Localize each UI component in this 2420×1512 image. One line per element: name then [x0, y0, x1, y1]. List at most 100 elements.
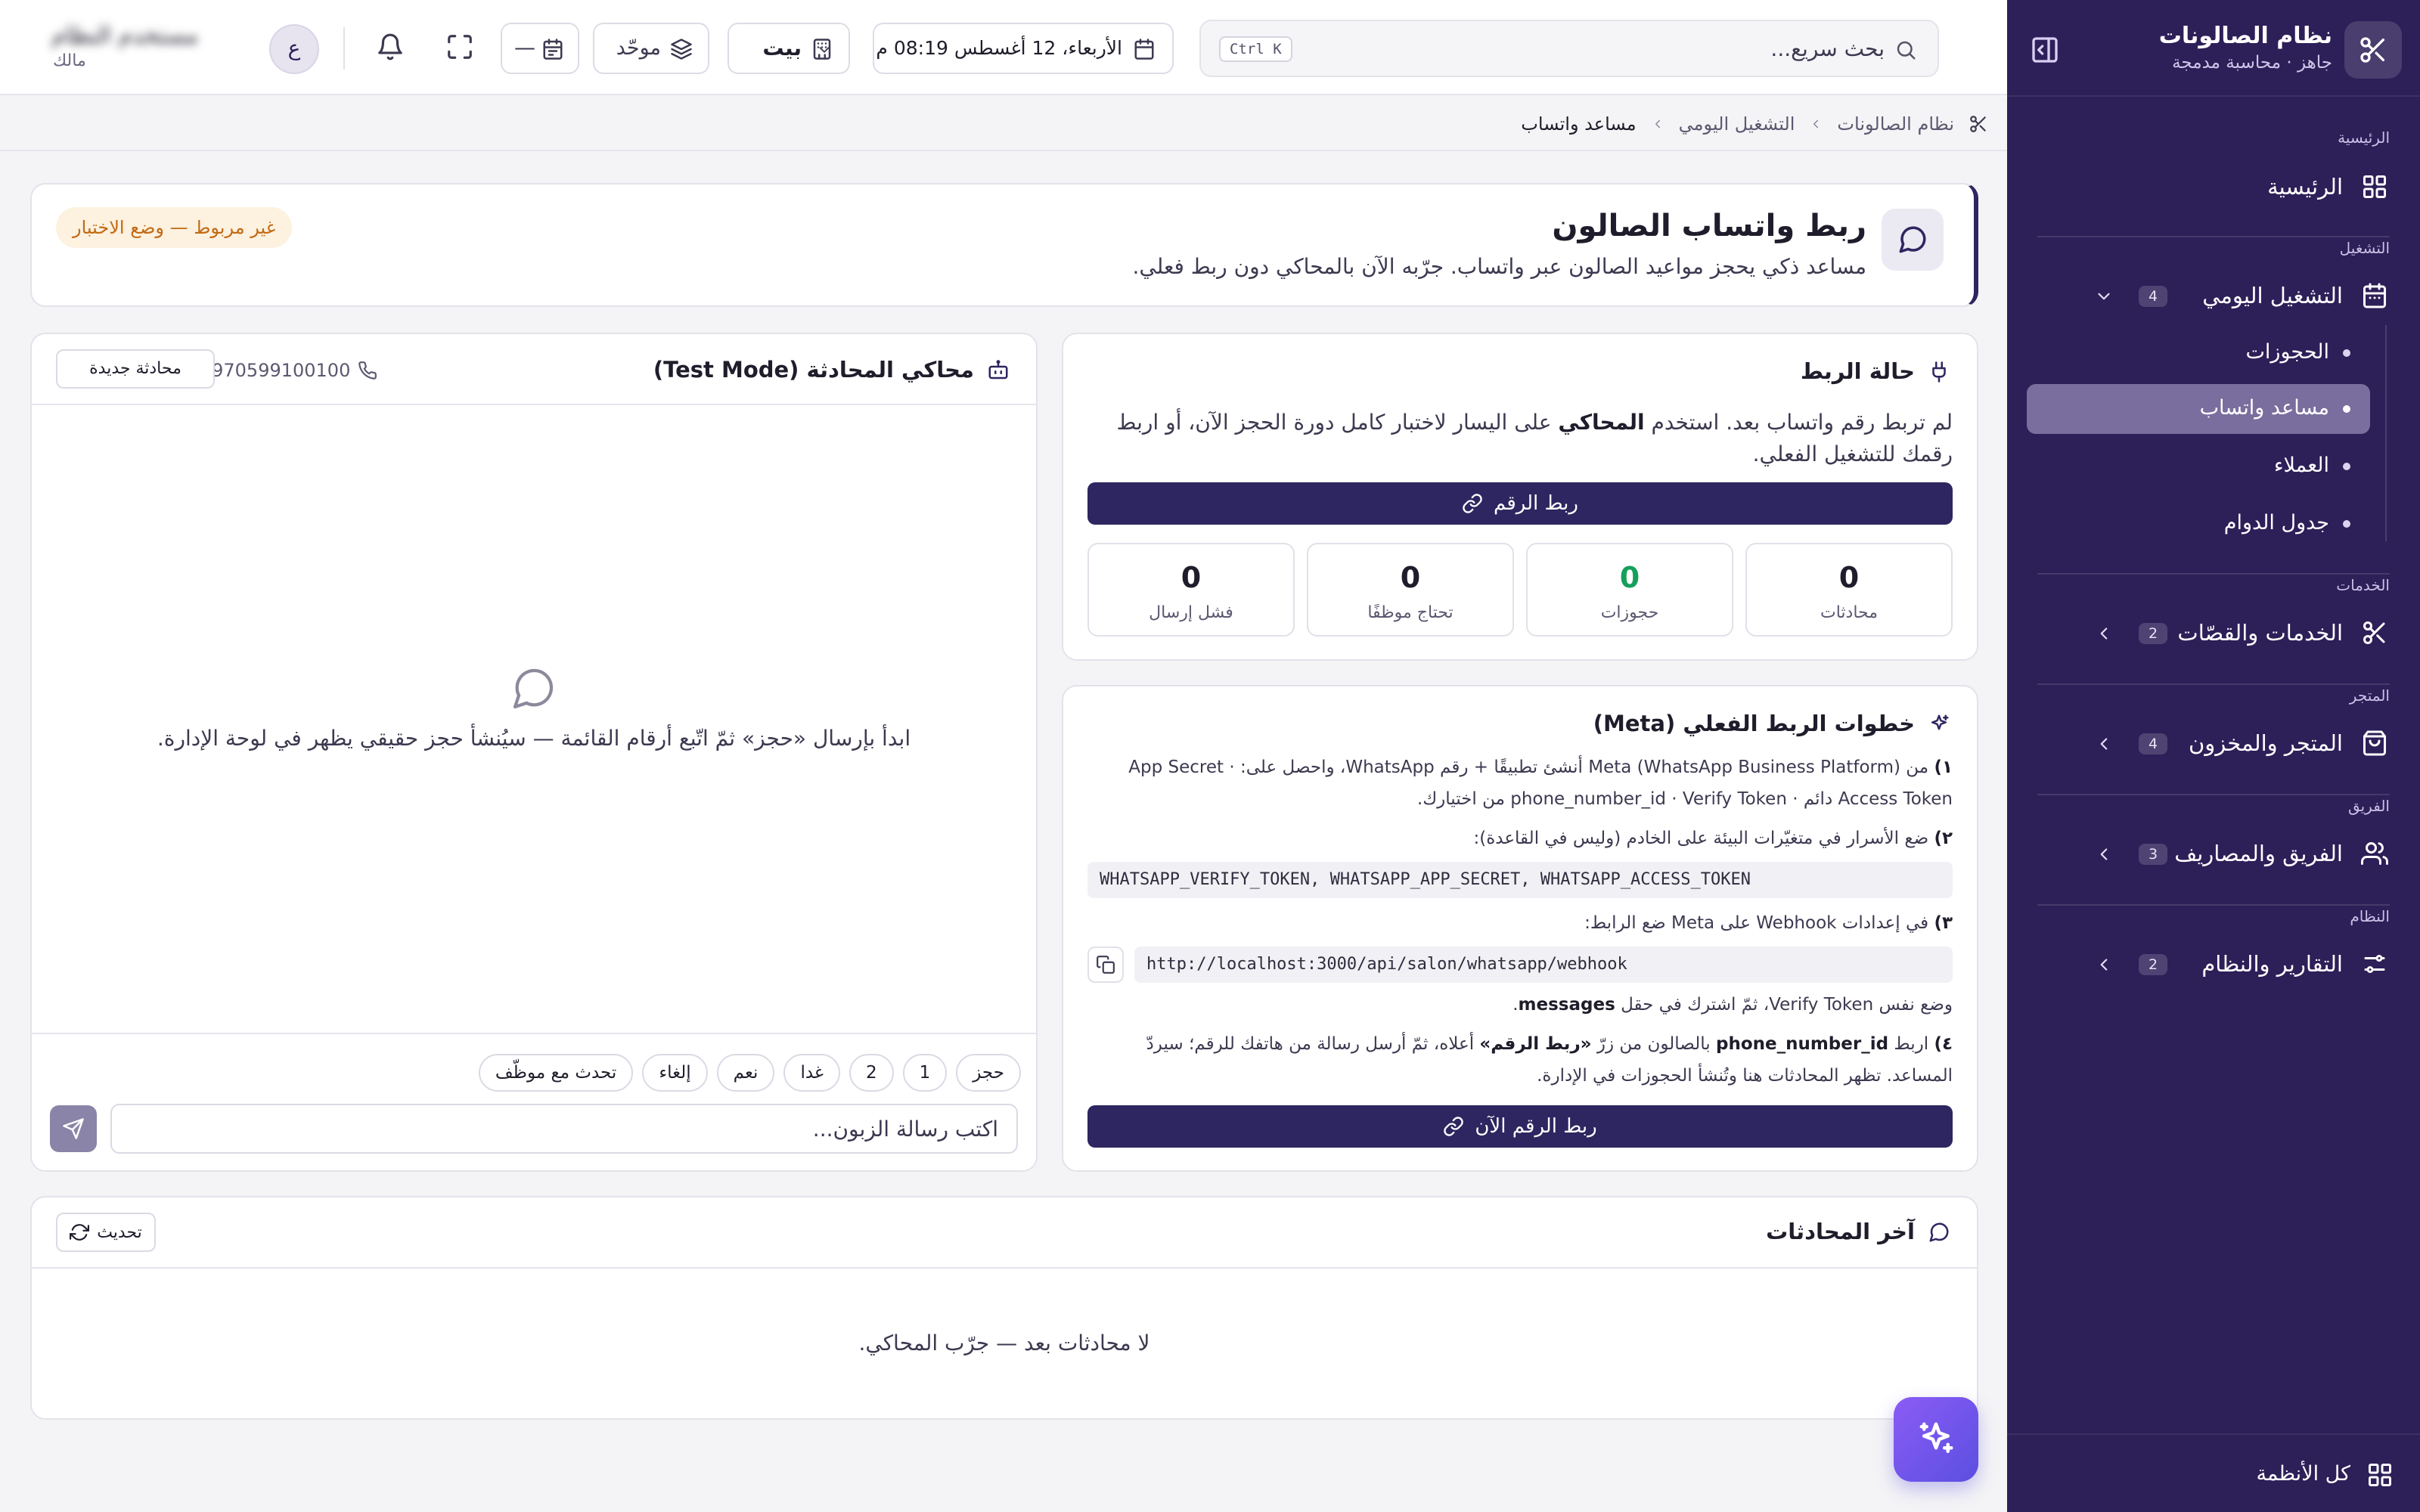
search-box[interactable]: Ctrl K — [1199, 20, 1939, 77]
section-label-main: الرئيسية — [2338, 129, 2390, 147]
sidebar-item-store[interactable]: المتجر والمخزون 4 — [2037, 717, 2402, 770]
sidebar-item-label: الرئيسية — [2267, 174, 2343, 200]
button-label: تحديث — [97, 1222, 142, 1242]
send-icon[interactable] — [50, 1105, 97, 1152]
bullet-icon — [2343, 463, 2350, 470]
chevron-left-icon[interactable] — [2093, 623, 2114, 644]
step-2: ٢) ضع الأسرار في متغيّرات البيئة على الخ… — [1473, 829, 1953, 848]
search-icon — [1894, 38, 1918, 62]
sidebar-subitem-bookings[interactable]: الحجوزات — [2027, 328, 2370, 378]
quick-reply-chip[interactable]: حجز — [956, 1054, 1021, 1092]
sidebar-subitem-label: العملاء — [2273, 454, 2329, 477]
quick-reply-chip[interactable]: 2 — [849, 1054, 894, 1092]
setup-steps-card: خطوات الربط الفعلي (Meta) ١) من Meta (Wh… — [1062, 685, 1978, 1172]
bell-icon[interactable] — [374, 30, 407, 64]
sidebar-subitem-clients[interactable]: العملاء — [2027, 442, 2370, 491]
empty-state-text: لا محادثات بعد — جرّب المحاكي. — [858, 1331, 1150, 1356]
scissors-icon[interactable] — [2344, 21, 2402, 79]
quick-reply-chip[interactable]: 1 — [902, 1054, 948, 1092]
user-role: مالك — [53, 51, 86, 70]
chevron-down-icon[interactable] — [2093, 286, 2114, 307]
grid-icon — [2361, 173, 2388, 200]
search-input[interactable] — [1431, 32, 1885, 65]
step-3-note: وضع نفس Verify Token، ثمّ اشترك في حقل m… — [1512, 995, 1953, 1015]
link-icon — [1462, 493, 1483, 514]
step-1: ١) من Meta (WhatsApp Business Platform) … — [1128, 758, 1953, 809]
button-label: ربط الرقم — [1494, 492, 1578, 515]
sidebar-footer-all-systems[interactable]: كل الأنظمة — [2007, 1433, 2420, 1512]
fullscreen-icon[interactable] — [443, 30, 476, 64]
chevron-left-icon — [1808, 116, 1823, 132]
datetime-label: الأربعاء، 12 أغسطس 08:19 م — [876, 37, 1122, 59]
breadcrumb-item[interactable]: التشغيل اليومي — [1679, 113, 1795, 135]
topbar: Ctrl K الأربعاء، 12 أغسطس 08:19 م بيت مو… — [0, 0, 2007, 95]
sliders-icon — [2361, 950, 2388, 978]
calendar-picker[interactable]: — — [501, 23, 579, 74]
quick-reply-chip[interactable]: تحدث مع موظّف — [478, 1054, 634, 1092]
card-title: حالة الربط — [1800, 358, 1915, 384]
quick-reply-chip[interactable]: غدا — [783, 1054, 840, 1092]
sidebar-item-label: المتجر والمخزون — [2188, 730, 2343, 756]
link-icon — [1443, 1116, 1464, 1137]
submenu-line — [2385, 325, 2387, 541]
status-text: لم تربط رقم واتساب بعد. استخدم المحاكي ع… — [1116, 410, 1953, 466]
status-badge: غير مربوط — وضع الاختبار — [56, 207, 293, 248]
quick-replies: حجز 1 2 غدا نعم إلغاء تحدث مع موظّف — [478, 1054, 1021, 1092]
breadcrumb-item[interactable]: نظام الصالونات — [1837, 113, 1954, 135]
new-chat-button[interactable]: محادثة جديدة — [56, 349, 215, 389]
message-circle-icon — [508, 664, 558, 714]
all-systems-label: كل الأنظمة — [2256, 1462, 2350, 1486]
step-3: ٣) في إعدادات Webhook على Meta ضع الرابط… — [1584, 913, 1953, 933]
avatar[interactable]: ع — [269, 24, 319, 74]
scissors-icon — [1968, 113, 1989, 135]
sidebar-item-daily-operations[interactable]: التشغيل اليومي 4 — [2037, 269, 2402, 322]
divider — [32, 1033, 1036, 1034]
stat-needs-staff: 0 تحتاج موظفًا — [1307, 543, 1514, 637]
sidebar-item-label: الفريق والمصاريف — [2174, 841, 2343, 866]
sidebar-subitem-whatsapp-assistant[interactable]: مساعد واتساب — [2027, 384, 2370, 434]
refresh-button[interactable]: تحديث — [56, 1213, 156, 1252]
count-badge: 3 — [2139, 844, 2167, 865]
connect-number-button[interactable]: ربط الرقم — [1087, 482, 1953, 525]
section-label-operations: التشغيل — [2339, 239, 2390, 257]
unified-mode-toggle[interactable]: موحّد — [593, 23, 709, 74]
quick-reply-chip[interactable]: نعم — [716, 1054, 775, 1092]
bullet-icon — [2343, 405, 2350, 413]
stat-value: 0 — [1400, 561, 1421, 594]
sidebar-collapse-icon[interactable] — [2027, 32, 2063, 68]
layers-icon — [670, 38, 693, 60]
chevron-left-icon[interactable] — [2093, 844, 2114, 865]
branch-label: بيت — [762, 36, 802, 60]
chevron-left-icon[interactable] — [2093, 954, 2114, 975]
section-label-system: النظام — [2350, 907, 2390, 925]
divider — [2037, 794, 2390, 795]
sidebar-header: نظام الصالونات جاهز · محاسبة مدمجة — [2007, 0, 2420, 97]
copy-icon[interactable] — [1087, 947, 1124, 983]
shopping-bag-icon — [2361, 730, 2388, 757]
divider — [2037, 236, 2390, 237]
divider — [32, 404, 1036, 405]
apps-grid-icon — [2366, 1461, 2394, 1489]
sidebar-item-reports[interactable]: التقارير والنظام 2 — [2037, 937, 2402, 990]
message-input[interactable] — [110, 1104, 1018, 1154]
branch-selector[interactable]: بيت — [728, 23, 850, 74]
stat-label: حجوزات — [1600, 603, 1659, 622]
app-title: نظام الصالونات — [2158, 23, 2332, 49]
sidebar-item-services[interactable]: الخدمات والقصّات 2 — [2037, 606, 2402, 659]
chevron-left-icon[interactable] — [2093, 733, 2114, 754]
users-icon — [2361, 840, 2388, 867]
connect-now-button[interactable]: ربط الرقم الآن — [1087, 1105, 1953, 1148]
quick-reply-chip[interactable]: إلغاء — [642, 1054, 708, 1092]
empty-state-text: ابدأ بإرسال «حجز» ثمّ اتّبع أرقام القائم… — [157, 726, 911, 751]
ai-assistant-sparkles-icon[interactable] — [1894, 1397, 1978, 1482]
divider — [32, 1267, 1977, 1269]
bullet-icon — [2343, 520, 2350, 528]
sidebar-item-home[interactable]: الرئيسية — [2037, 160, 2402, 213]
card-title: خطوات الربط الفعلي (Meta) — [1593, 711, 1915, 736]
bullet-icon — [2343, 349, 2350, 357]
stat-value: 0 — [1619, 561, 1640, 594]
sidebar-item-team[interactable]: الفريق والمصاريف 3 — [2037, 827, 2402, 880]
count-badge: 2 — [2139, 623, 2167, 644]
sidebar-subitem-shift-schedule[interactable]: جدول الدوام — [2027, 499, 2370, 549]
datetime-display[interactable]: الأربعاء، 12 أغسطس 08:19 م — [873, 23, 1174, 74]
